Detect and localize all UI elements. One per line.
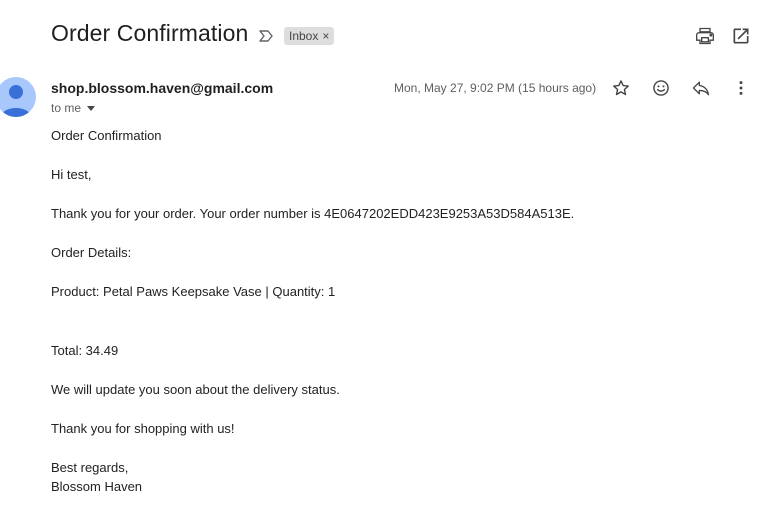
inbox-label-chip[interactable]: Inbox × xyxy=(284,27,335,45)
body-order-number: Thank you for your order. Your order num… xyxy=(51,206,575,221)
email-view: Order Confirmation Inbox × shop.blossom.… xyxy=(0,0,769,527)
body-heading: Order Confirmation xyxy=(51,128,162,143)
chevron-down-icon xyxy=(87,106,96,111)
body-greeting: Hi test, xyxy=(51,167,92,182)
sender-avatar[interactable] xyxy=(0,77,36,117)
star-icon[interactable] xyxy=(611,78,631,98)
more-vert-icon[interactable] xyxy=(731,78,751,98)
body-sign-off: Best regards, xyxy=(51,460,129,475)
body-thanks-shopping: Thank you for shopping with us! xyxy=(51,421,235,436)
recipient-details-toggle[interactable]: to me xyxy=(51,101,96,115)
emoji-reaction-icon[interactable] xyxy=(651,78,671,98)
print-icon[interactable] xyxy=(695,26,715,46)
sender-email[interactable]: shop.blossom.haven@gmail.com xyxy=(51,80,273,96)
email-subject: Order Confirmation xyxy=(51,20,249,46)
body-total-line: Total: 34.49 xyxy=(51,343,119,358)
person-icon xyxy=(1,85,31,117)
message-date: Mon, May 27, 9:02 PM (15 hours ago) xyxy=(394,81,597,95)
body-signature: Blossom Haven xyxy=(51,479,143,494)
reply-icon[interactable] xyxy=(691,78,711,98)
remove-label-icon[interactable]: × xyxy=(322,27,329,45)
body-delivery-update: We will update you soon about the delive… xyxy=(51,382,340,397)
body-details-heading: Order Details: xyxy=(51,245,132,260)
label-arrow-icon[interactable] xyxy=(257,28,275,44)
inbox-label-text: Inbox xyxy=(289,29,319,43)
open-in-new-window-icon[interactable] xyxy=(731,26,751,46)
body-product-line: Product: Petal Paws Keepsake Vase | Quan… xyxy=(51,284,336,299)
recipient-text: to me xyxy=(51,101,82,115)
